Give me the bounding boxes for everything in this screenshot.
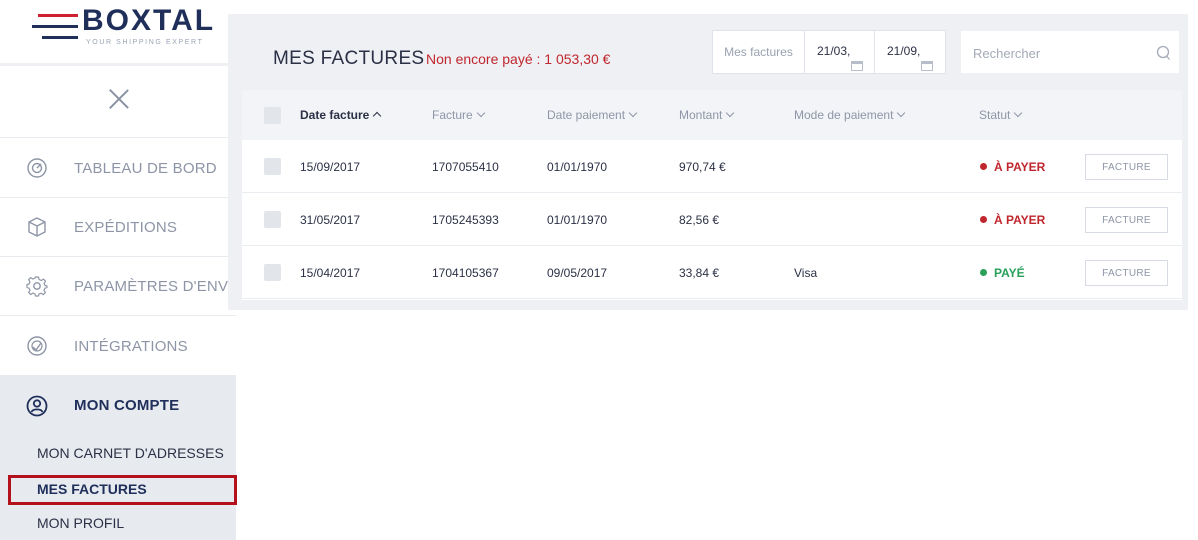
integration-icon xyxy=(26,335,48,357)
date-from-value: 21/03, xyxy=(817,44,851,58)
invoice-download-button[interactable]: FACTURE xyxy=(1085,154,1168,180)
dashboard-gauge-icon xyxy=(26,157,48,179)
chevron-down-icon xyxy=(476,108,485,118)
chevron-down-icon xyxy=(1014,108,1023,118)
invoice-download-button[interactable]: FACTURE xyxy=(1085,207,1168,233)
cell-payment-date: 01/01/1970 xyxy=(547,160,608,174)
row-checkbox[interactable] xyxy=(264,211,281,228)
calendar-icon[interactable] xyxy=(851,61,863,71)
column-statut[interactable]: Statut xyxy=(979,108,1023,122)
boxtal-logo-icon xyxy=(32,12,78,46)
table-header: Date facture Facture Date paiement Monta… xyxy=(242,90,1182,140)
search-icon[interactable] xyxy=(1155,45,1171,61)
search-input[interactable] xyxy=(973,43,1143,63)
submenu-item-address-book[interactable]: MON CARNET D'ADRESSES xyxy=(37,445,224,461)
table-row: 15/04/2017 1704105367 09/05/2017 33,84 €… xyxy=(242,246,1182,299)
sidebar-item-dashboard[interactable]: TABLEAU DE BORD xyxy=(0,139,236,198)
row-checkbox[interactable] xyxy=(264,158,281,175)
filter-type-select[interactable]: Mes factures xyxy=(713,31,805,73)
sidebar: BOXTAL YOUR SHIPPING EXPERT TABLEAU DE B… xyxy=(0,0,244,540)
sidebar-item-my-account[interactable]: MON COMPTE xyxy=(0,376,236,435)
close-icon[interactable] xyxy=(108,88,130,110)
chevron-down-icon xyxy=(628,108,638,118)
cell-invoice: 1705245393 xyxy=(432,213,499,227)
row-checkbox[interactable] xyxy=(264,264,281,281)
gear-icon xyxy=(26,275,48,297)
package-box-icon xyxy=(26,216,48,238)
chevron-down-icon xyxy=(726,108,735,118)
search-box xyxy=(960,30,1180,74)
invoices-table: Date facture Facture Date paiement Monta… xyxy=(242,90,1182,300)
date-to-field[interactable]: 21/09, xyxy=(875,31,945,73)
selection-highlight xyxy=(8,475,237,505)
sidebar-item-label: PARAMÈTRES D'ENVOI xyxy=(74,277,245,295)
invoice-download-button[interactable]: FACTURE xyxy=(1085,260,1168,286)
column-mode-paiement[interactable]: Mode de paiement xyxy=(794,108,906,122)
chevron-up-icon xyxy=(373,111,382,121)
sidebar-item-label: EXPÉDITIONS xyxy=(74,218,178,236)
brand-name: BOXTAL xyxy=(82,4,216,37)
close-menu-row xyxy=(0,66,236,138)
status-badge: PAYÉ xyxy=(980,266,1025,280)
cell-invoice: 1707055410 xyxy=(432,160,499,174)
status-dot-icon xyxy=(980,269,987,276)
brand-tagline: YOUR SHIPPING EXPERT xyxy=(86,39,204,46)
sidebar-item-label: INTÉGRATIONS xyxy=(74,337,188,355)
cell-date: 31/05/2017 xyxy=(300,213,361,227)
status-badge: À PAYER xyxy=(980,160,1045,174)
table-row: 31/05/2017 1705245393 01/01/1970 82,56 €… xyxy=(242,193,1182,246)
sidebar-item-shipping-settings[interactable]: PARAMÈTRES D'ENVOI xyxy=(0,257,244,316)
logo[interactable]: BOXTAL YOUR SHIPPING EXPERT xyxy=(0,0,228,66)
cell-amount: 82,56 € xyxy=(679,213,720,227)
cell-date: 15/09/2017 xyxy=(300,160,361,174)
unpaid-total: Non encore payé : 1 053,30 € xyxy=(426,51,611,67)
status-dot-icon xyxy=(980,163,987,170)
cell-amount: 33,84 € xyxy=(679,266,720,280)
cell-method: Visa xyxy=(794,266,818,280)
sidebar-item-label: MON COMPTE xyxy=(74,397,180,414)
status-badge: À PAYER xyxy=(980,213,1045,227)
cell-payment-date: 01/01/1970 xyxy=(547,213,608,227)
cell-date: 15/04/2017 xyxy=(300,266,361,280)
cell-payment-date: 09/05/2017 xyxy=(547,266,608,280)
user-circle-icon xyxy=(26,395,48,417)
column-facture[interactable]: Facture xyxy=(432,108,485,122)
sidebar-item-integrations[interactable]: INTÉGRATIONS xyxy=(0,317,236,376)
select-all-checkbox[interactable] xyxy=(264,107,281,124)
column-date-facture[interactable]: Date facture xyxy=(300,108,382,122)
column-montant[interactable]: Montant xyxy=(679,108,735,122)
date-to-value: 21/09, xyxy=(887,44,921,58)
cell-invoice: 1704105367 xyxy=(432,266,499,280)
cell-amount: 970,74 € xyxy=(679,160,726,174)
chevron-down-icon xyxy=(897,108,906,118)
sidebar-item-label: TABLEAU DE BORD xyxy=(74,159,217,177)
column-date-paiement[interactable]: Date paiement xyxy=(547,108,638,122)
status-dot-icon xyxy=(980,216,987,223)
main-content: MES FACTURES Non encore payé : 1 053,30 … xyxy=(228,14,1188,310)
calendar-icon[interactable] xyxy=(921,61,933,71)
submenu-item-profile[interactable]: MON PROFIL xyxy=(37,515,124,531)
date-filter: Mes factures 21/03, 21/09, xyxy=(712,30,946,74)
table-row: 15/09/2017 1707055410 01/01/1970 970,74 … xyxy=(242,140,1182,193)
page-title: MES FACTURES xyxy=(273,48,425,69)
date-from-field[interactable]: 21/03, xyxy=(805,31,875,73)
sidebar-item-expeditions[interactable]: EXPÉDITIONS xyxy=(0,198,236,257)
